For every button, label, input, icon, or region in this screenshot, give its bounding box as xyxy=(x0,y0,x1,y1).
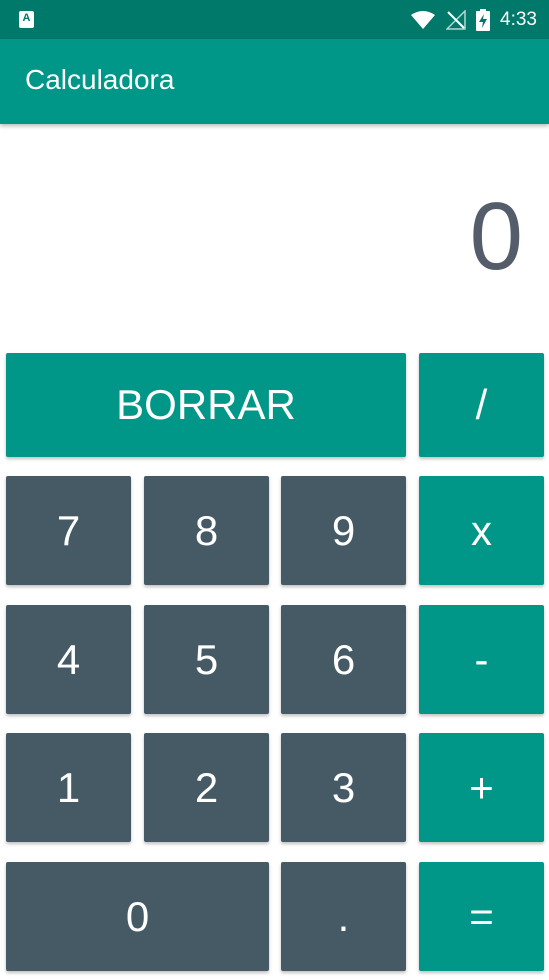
digit-7-button[interactable]: 7 xyxy=(6,476,131,585)
digit-0-button[interactable]: 0 xyxy=(6,862,269,971)
clear-button[interactable]: BORRAR xyxy=(6,353,406,457)
status-time: 4:33 xyxy=(500,8,537,30)
app-bar: Calculadora xyxy=(0,39,549,124)
status-indicators: 4:33 xyxy=(410,0,537,39)
digit-9-button[interactable]: 9 xyxy=(281,476,406,585)
no-signal-icon xyxy=(446,9,466,30)
digit-3-button[interactable]: 3 xyxy=(281,733,406,842)
digit-2-button[interactable]: 2 xyxy=(144,733,269,842)
digit-1-button[interactable]: 1 xyxy=(6,733,131,842)
decimal-button[interactable]: . xyxy=(281,862,406,971)
add-button[interactable]: + xyxy=(419,733,544,842)
equals-button[interactable]: = xyxy=(419,862,544,971)
result-display: 0 xyxy=(469,183,523,290)
digit-8-button[interactable]: 8 xyxy=(144,476,269,585)
divide-button[interactable]: / xyxy=(419,353,544,457)
app-notification-letter: A xyxy=(22,12,31,24)
digit-4-button[interactable]: 4 xyxy=(6,605,131,714)
battery-charging-icon xyxy=(476,8,491,31)
app-title: Calculadora xyxy=(25,64,175,95)
subtract-button[interactable]: - xyxy=(419,605,544,714)
wifi-icon xyxy=(411,10,436,29)
multiply-button[interactable]: x xyxy=(419,476,544,585)
digit-6-button[interactable]: 6 xyxy=(281,605,406,714)
digit-5-button[interactable]: 5 xyxy=(144,605,269,714)
status-bar: A 4:33 xyxy=(0,0,549,39)
app-notification-icon: A xyxy=(19,11,34,28)
